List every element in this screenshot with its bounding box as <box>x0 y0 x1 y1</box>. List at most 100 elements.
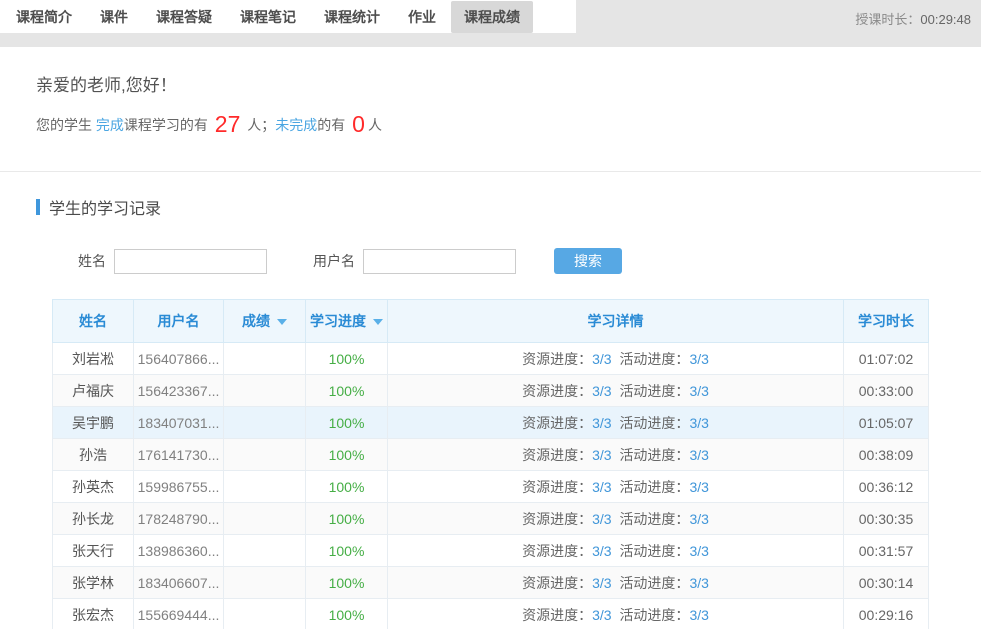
table-row[interactable]: 孙浩 176141730... 100% 资源进度：3/3 活动进度：3/3 0… <box>53 439 929 471</box>
cell-username: 183406607... <box>134 567 224 599</box>
cell-duration: 00:30:35 <box>844 503 929 535</box>
col-duration: 学习时长 <box>844 300 929 343</box>
search-form: 姓名 用户名 搜索 <box>78 248 981 274</box>
detail-activity-value[interactable]: 3/3 <box>689 607 708 623</box>
cell-username: 156423367... <box>134 375 224 407</box>
cell-score <box>224 599 306 629</box>
table-row[interactable]: 刘岩凇 156407866... 100% 资源进度：3/3 活动进度：3/3 … <box>53 343 929 375</box>
detail-activity-value[interactable]: 3/3 <box>689 479 708 495</box>
detail-resource-value[interactable]: 3/3 <box>592 415 611 431</box>
cell-progress: 100% <box>306 599 388 629</box>
records-table-wrap: 姓名 用户名 成绩 学习进度 学习详情 学习时长 刘岩凇 156407866..… <box>52 299 928 629</box>
cell-detail: 资源进度：3/3 活动进度：3/3 <box>388 503 844 535</box>
cell-duration: 01:07:02 <box>844 343 929 375</box>
col-detail: 学习详情 <box>388 300 844 343</box>
detail-activity-label: 活动进度： <box>619 383 689 399</box>
detail-resource-value[interactable]: 3/3 <box>592 575 611 591</box>
greeting-suffix: 人 <box>368 115 382 135</box>
cell-progress: 100% <box>306 343 388 375</box>
cell-detail: 资源进度：3/3 活动进度：3/3 <box>388 535 844 567</box>
uncompleted-link[interactable]: 未完成 <box>275 115 317 135</box>
detail-activity-value[interactable]: 3/3 <box>689 575 708 591</box>
detail-resource-value[interactable]: 3/3 <box>592 543 611 559</box>
tab-course-notes[interactable]: 课程笔记 <box>227 1 309 33</box>
table-header-row: 姓名 用户名 成绩 学习进度 学习详情 学习时长 <box>53 300 929 343</box>
table-row[interactable]: 卢福庆 156423367... 100% 资源进度：3/3 活动进度：3/3 … <box>53 375 929 407</box>
greeting-prefix: 您的学生 <box>36 115 92 135</box>
cell-duration: 00:30:14 <box>844 567 929 599</box>
name-input[interactable] <box>114 249 267 274</box>
table-row[interactable]: 吴宇鹏 183407031... 100% 资源进度：3/3 活动进度：3/3 … <box>53 407 929 439</box>
cell-progress: 100% <box>306 375 388 407</box>
teaching-duration: 授课时长：00:29:48 <box>855 9 971 28</box>
username-input[interactable] <box>363 249 516 274</box>
cell-detail: 资源进度：3/3 活动进度：3/3 <box>388 375 844 407</box>
detail-activity-value[interactable]: 3/3 <box>689 447 708 463</box>
col-username: 用户名 <box>134 300 224 343</box>
cell-progress: 100% <box>306 503 388 535</box>
detail-activity-value[interactable]: 3/3 <box>689 383 708 399</box>
cell-duration: 00:36:12 <box>844 471 929 503</box>
detail-activity-label: 活动进度： <box>619 447 689 463</box>
table-row[interactable]: 张学林 183406607... 100% 资源进度：3/3 活动进度：3/3 … <box>53 567 929 599</box>
records-table: 姓名 用户名 成绩 学习进度 学习详情 学习时长 刘岩凇 156407866..… <box>52 299 929 629</box>
cell-detail: 资源进度：3/3 活动进度：3/3 <box>388 599 844 629</box>
completed-link[interactable]: 完成 <box>96 115 124 135</box>
teaching-duration-label: 授课时长： <box>855 12 920 27</box>
col-name: 姓名 <box>53 300 134 343</box>
cell-username: 155669444... <box>134 599 224 629</box>
detail-activity-value[interactable]: 3/3 <box>689 511 708 527</box>
detail-resource-label: 资源进度： <box>522 415 592 431</box>
detail-resource-label: 资源进度： <box>522 383 592 399</box>
tab-course-qa[interactable]: 课程答疑 <box>143 1 225 33</box>
tab-course-grades[interactable]: 课程成绩 <box>451 1 533 33</box>
title-accent-bar <box>36 199 40 215</box>
cell-username: 176141730... <box>134 439 224 471</box>
cell-name: 卢福庆 <box>53 375 134 407</box>
table-row[interactable]: 孙长龙 178248790... 100% 资源进度：3/3 活动进度：3/3 … <box>53 503 929 535</box>
cell-progress: 100% <box>306 407 388 439</box>
greeting-mid1: 课程学习的有 <box>124 115 208 135</box>
cell-username: 138986360... <box>134 535 224 567</box>
progress-sort-icon[interactable] <box>373 319 383 325</box>
cell-duration: 00:38:09 <box>844 439 929 471</box>
detail-resource-value[interactable]: 3/3 <box>592 607 611 623</box>
tab-courseware[interactable]: 课件 <box>87 1 141 33</box>
search-button[interactable]: 搜索 <box>554 248 622 274</box>
detail-resource-value[interactable]: 3/3 <box>592 511 611 527</box>
cell-score <box>224 407 306 439</box>
greeting-summary: 您的学生 完成课程学习的有 27 人；未完成的有 0人 <box>36 113 981 136</box>
score-sort-icon[interactable] <box>277 319 287 325</box>
cell-name: 吴宇鹏 <box>53 407 134 439</box>
username-label: 用户名 <box>313 251 355 271</box>
cell-progress: 100% <box>306 471 388 503</box>
teaching-duration-value: 00:29:48 <box>920 12 971 27</box>
detail-activity-value[interactable]: 3/3 <box>689 415 708 431</box>
cell-detail: 资源进度：3/3 活动进度：3/3 <box>388 343 844 375</box>
detail-activity-label: 活动进度： <box>619 511 689 527</box>
table-row[interactable]: 张天行 138986360... 100% 资源进度：3/3 活动进度：3/3 … <box>53 535 929 567</box>
detail-activity-value[interactable]: 3/3 <box>689 543 708 559</box>
detail-activity-label: 活动进度： <box>619 575 689 591</box>
table-body: 刘岩凇 156407866... 100% 资源进度：3/3 活动进度：3/3 … <box>53 343 929 629</box>
detail-resource-value[interactable]: 3/3 <box>592 479 611 495</box>
cell-duration: 00:31:57 <box>844 535 929 567</box>
cell-name: 孙浩 <box>53 439 134 471</box>
table-row[interactable]: 张宏杰 155669444... 100% 资源进度：3/3 活动进度：3/3 … <box>53 599 929 629</box>
cell-score <box>224 343 306 375</box>
detail-activity-value[interactable]: 3/3 <box>689 351 708 367</box>
cell-progress: 100% <box>306 439 388 471</box>
completed-count: 27 <box>212 113 244 136</box>
detail-resource-value[interactable]: 3/3 <box>592 447 611 463</box>
greeting-panel: 亲爱的老师,您好！ 您的学生 完成课程学习的有 27 人；未完成的有 0人 <box>0 47 981 172</box>
detail-resource-value[interactable]: 3/3 <box>592 383 611 399</box>
cell-score <box>224 535 306 567</box>
table-row[interactable]: 孙英杰 159986755... 100% 资源进度：3/3 活动进度：3/3 … <box>53 471 929 503</box>
cell-score <box>224 471 306 503</box>
tab-course-stats[interactable]: 课程统计 <box>311 1 393 33</box>
detail-resource-label: 资源进度： <box>522 351 592 367</box>
detail-resource-label: 资源进度： <box>522 575 592 591</box>
tab-course-intro[interactable]: 课程简介 <box>3 1 85 33</box>
detail-resource-value[interactable]: 3/3 <box>592 351 611 367</box>
tab-homework[interactable]: 作业 <box>395 1 449 33</box>
